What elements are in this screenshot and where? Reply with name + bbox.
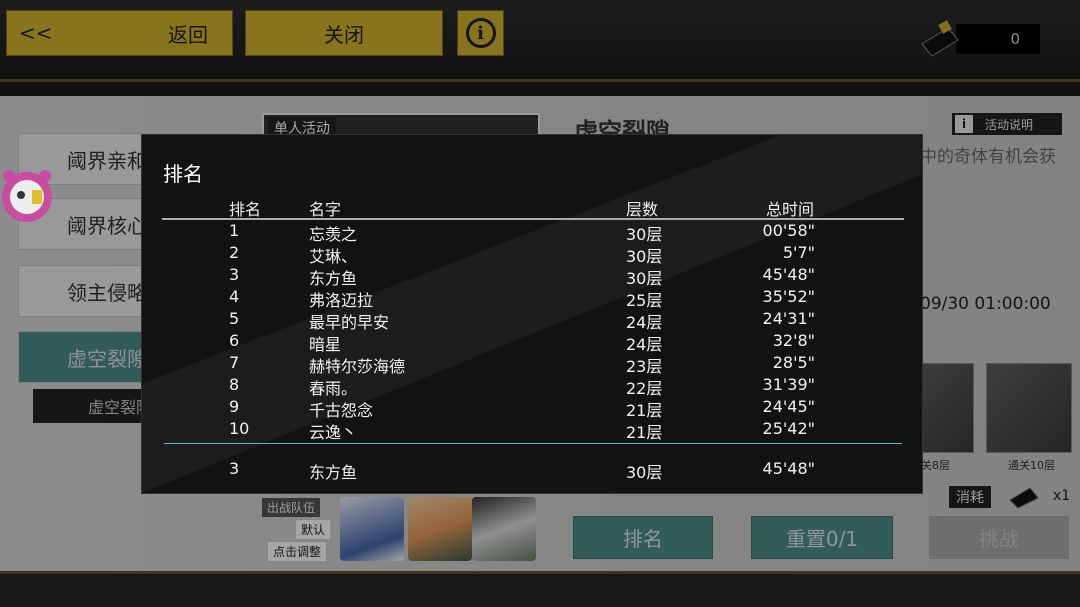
row-time: 32'8": [772, 331, 815, 350]
row-rank: 3: [229, 265, 240, 284]
row-floors: 30层: [626, 247, 663, 266]
row-name: 云逸丶: [309, 423, 358, 442]
row-name: 弗洛迈拉: [309, 291, 374, 310]
row-time: 24'31": [762, 309, 815, 328]
row-floors: 25层: [626, 291, 663, 310]
row-name: 忘羡之: [309, 225, 358, 244]
row-floors: 21层: [626, 423, 663, 442]
row-name: 千古怨念: [309, 401, 374, 420]
self-row-divider: [164, 443, 902, 444]
row-name: 春雨。: [309, 379, 358, 398]
modal-title: 排名: [163, 162, 203, 186]
row-rank: 10: [229, 419, 250, 438]
ranking-row: 5 最早的早安 24层 24'31": [142, 309, 922, 332]
mascot-icon[interactable]: [0, 166, 54, 228]
ranking-row: 3 东方鱼 30层 45'48": [142, 265, 922, 288]
header-rank: 排名: [229, 200, 262, 219]
row-time: 25'42": [762, 419, 815, 438]
ranking-modal: 排名 排名 名字 层数 总时间 1 忘羡之 30层 00'58" 2 艾琳、 3…: [141, 134, 923, 494]
row-rank: 7: [229, 353, 240, 372]
row-time: 24'45": [762, 397, 815, 416]
row-time: 31'39": [762, 375, 815, 394]
header-total-time: 总时间: [766, 200, 815, 219]
row-floors: 30层: [626, 269, 663, 288]
row-floors: 21层: [626, 401, 663, 420]
header-floors: 层数: [626, 200, 659, 219]
row-name: 赫特尔莎海德: [309, 357, 406, 376]
self-floors: 30层: [626, 463, 663, 482]
ranking-row: 4 弗洛迈拉 25层 35'52": [142, 287, 922, 310]
row-name: 暗星: [309, 335, 342, 354]
row-rank: 8: [229, 375, 240, 394]
row-floors: 23层: [626, 357, 663, 376]
ranking-row: 7 赫特尔莎海德 23层 28'5": [142, 353, 922, 376]
row-time: 45'48": [762, 265, 815, 284]
row-floors: 22层: [626, 379, 663, 398]
ranking-row: 6 暗星 24层 32'8": [142, 331, 922, 354]
row-rank: 1: [229, 221, 240, 240]
self-rank: 3: [229, 459, 240, 478]
ranking-row: 9 千古怨念 21层 24'45": [142, 397, 922, 420]
row-floors: 30层: [626, 225, 663, 244]
row-time: 28'5": [772, 353, 815, 372]
row-rank: 4: [229, 287, 240, 306]
ranking-row: 1 忘羡之 30层 00'58": [142, 221, 922, 244]
header-name: 名字: [309, 200, 342, 219]
self-ranking-row: 3 东方鱼 30层 45'48": [142, 459, 922, 482]
header-divider: [162, 218, 904, 220]
row-rank: 5: [229, 309, 240, 328]
row-time: 35'52": [762, 287, 815, 306]
ranking-row: 2 艾琳、 30层 5'7": [142, 243, 922, 266]
row-time: 5'7": [782, 243, 815, 262]
row-time: 00'58": [762, 221, 815, 240]
row-name: 艾琳、: [309, 247, 358, 266]
row-floors: 24层: [626, 335, 663, 354]
self-name: 东方鱼: [309, 463, 358, 482]
row-rank: 6: [229, 331, 240, 350]
row-rank: 2: [229, 243, 240, 262]
self-time: 45'48": [762, 459, 815, 478]
ranking-row: 8 春雨。 22层 31'39": [142, 375, 922, 398]
row-rank: 9: [229, 397, 240, 416]
row-name: 最早的早安: [309, 313, 390, 332]
ranking-row: 10 云逸丶 21层 25'42": [142, 419, 922, 442]
row-floors: 24层: [626, 313, 663, 332]
row-name: 东方鱼: [309, 269, 358, 288]
